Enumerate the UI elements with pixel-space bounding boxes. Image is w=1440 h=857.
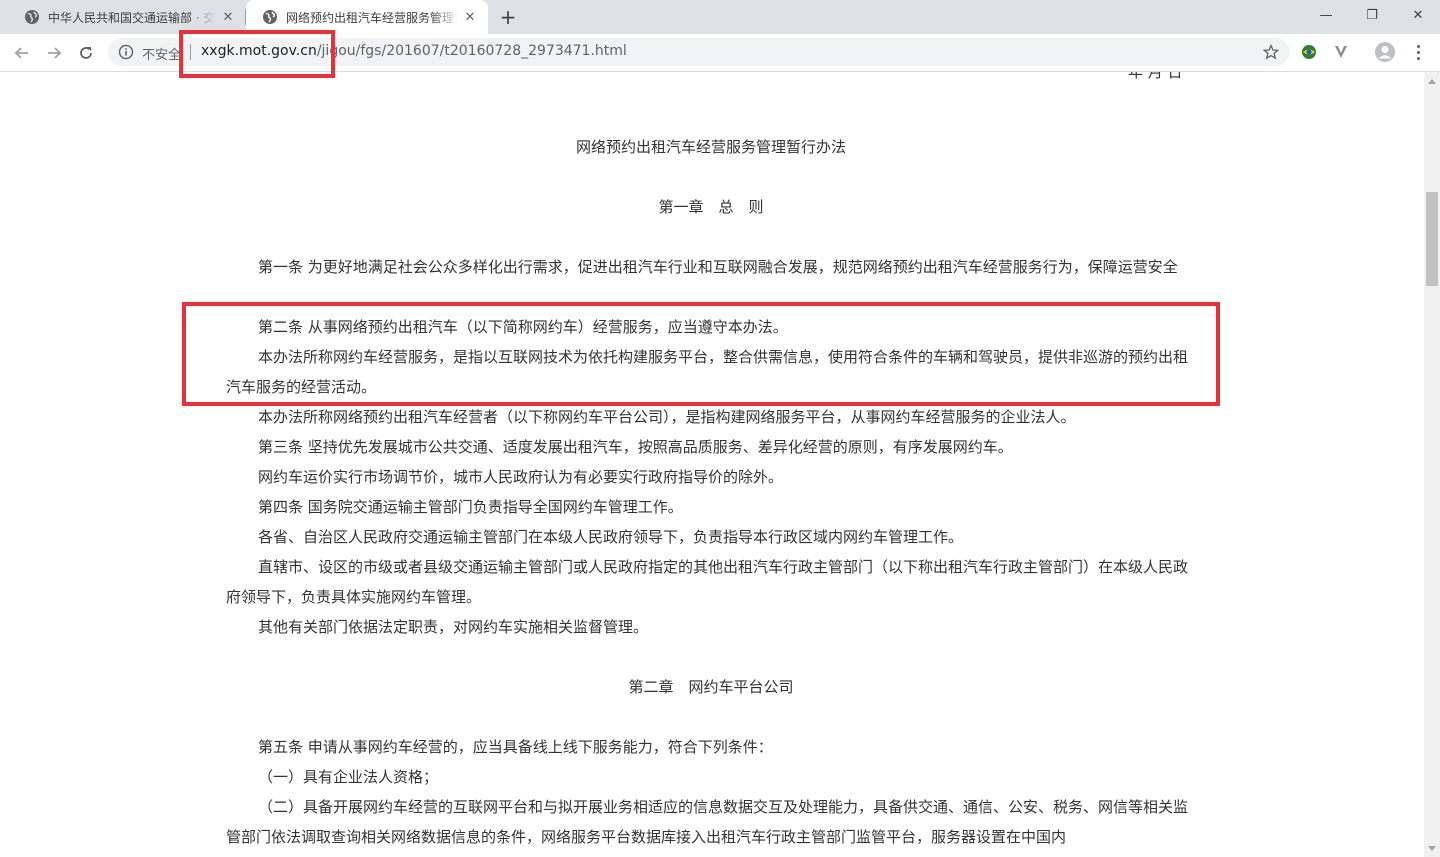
arrow-right-icon: [48, 47, 62, 59]
profile-avatar-icon[interactable]: [1374, 41, 1396, 63]
article-2-definition: 本办法所称网约车经营服务，是指以互联网技术为依托构建服务平台，整合供需信息，使用…: [226, 348, 1189, 396]
date-line-cut: 年 月 日: [1128, 72, 1183, 80]
url-host: xxgk.mot.gov.cn: [201, 43, 317, 59]
info-icon[interactable]: [118, 44, 134, 60]
article-5-item-1: （一）具有企业法人资格；: [258, 768, 439, 786]
article-5: 第五条 申请从事网约车经营的，应当具备线上线下服务能力，符合下列条件：: [258, 738, 773, 756]
scroll-down-arrow-icon[interactable]: [1424, 840, 1440, 857]
close-tab-icon[interactable]: ✕: [220, 9, 236, 25]
tab-strip: 中华人民共和国交通运输部 · 交通运输部 ✕ 网络预约出租汽车经营服务管理暂行办…: [0, 0, 1440, 34]
chapter-1-heading: 第一章 总 则: [658, 198, 764, 216]
chapter-2-heading: 第二章 网约车平台公司: [628, 678, 794, 696]
tab-mot-home[interactable]: 中华人民共和国交通运输部 · 交通运输部 ✕: [8, 0, 246, 34]
page-viewport: 年 月 日 网络预约出租汽车经营服务管理暂行办法 第一章 总 则 第一条 为更好…: [0, 72, 1424, 857]
new-tab-button[interactable]: +: [496, 5, 520, 29]
extension-globe-icon[interactable]: [1298, 41, 1320, 63]
globe-icon: [263, 10, 277, 24]
article-4-others: 其他有关部门依据法定职责，对网约车实施相关监督管理。: [258, 618, 649, 636]
tab-regulation[interactable]: 网络预约出租汽车经营服务管理暂行办法 ✕: [246, 0, 488, 34]
restore-button[interactable]: ❐: [1352, 0, 1392, 30]
scrollbar-thumb[interactable]: [1426, 192, 1438, 286]
article-5-item-2: （二）具备开展网约车经营的互联网平台和与拟开展业务相适应的信息数据交互及处理能力…: [226, 798, 1189, 846]
document-title: 网络预约出租汽车经营服务管理暂行办法: [575, 138, 846, 156]
article-4-provinces: 各省、自治区人民政府交通运输主管部门在本级人民政府领导下，负责指导本行政区域内网…: [258, 528, 964, 546]
scroll-up-arrow-icon[interactable]: [1424, 72, 1440, 89]
security-label[interactable]: 不安全: [142, 44, 181, 63]
article-4-cities: 直辖市、设区的市级或者县级交通运输主管部门或人民政府指定的其他出租汽车行政主管部…: [226, 558, 1189, 606]
reload-button[interactable]: [72, 39, 100, 67]
article-2-platform: 本办法所称网络预约出租汽车经营者（以下称网约车平台公司），是指构建网络服务平台，…: [258, 408, 1076, 426]
close-tab-icon[interactable]: ✕: [462, 9, 478, 25]
bookmark-star-icon[interactable]: [1262, 43, 1280, 61]
tab-title: 网络预约出租汽车经营服务管理暂行办法: [286, 10, 458, 25]
reload-icon: [80, 47, 92, 59]
extension-v-icon[interactable]: [1330, 41, 1352, 63]
close-window-button[interactable]: ✕: [1398, 0, 1438, 30]
minimize-button[interactable]: —: [1306, 0, 1346, 30]
browser-menu-button[interactable]: [1410, 41, 1426, 63]
vertical-scrollbar[interactable]: [1424, 72, 1440, 857]
globe-icon: [25, 10, 39, 24]
url-text[interactable]: xxgk.mot.gov.cn/jigou/fgs/201607/t201607…: [201, 43, 627, 59]
tab-title: 中华人民共和国交通运输部 · 交通运输部: [48, 10, 216, 25]
address-bar[interactable]: 不安全 xxgk.mot.gov.cn/jigou/fgs/201607/t20…: [108, 38, 1290, 66]
article-3: 第三条 坚持优先发展城市公共交通、适度发展出租汽车，按照高品质服务、差异化经营的…: [258, 438, 1013, 456]
article-3-pricing: 网约车运价实行市场调节价，城市人民政府认为有必要实行政府指导价的除外。: [258, 468, 784, 486]
article-1: 第一条 为更好地满足社会公众多样化出行需求，促进出租汽车行业和互联网融合发展，规…: [258, 258, 1178, 276]
url-path: /jigou/fgs/201607/t20160728_2973471.html: [316, 43, 627, 59]
article-2: 第二条 从事网络预约出租汽车（以下简称网约车）经营服务，应当遵守本办法。: [258, 318, 788, 336]
forward-button[interactable]: [40, 39, 68, 67]
back-button[interactable]: [8, 39, 36, 67]
article-4: 第四条 国务院交通运输主管部门负责指导全国网约车管理工作。: [258, 498, 683, 516]
arrow-left-icon: [14, 47, 28, 59]
omnibox-separator: [190, 44, 191, 60]
